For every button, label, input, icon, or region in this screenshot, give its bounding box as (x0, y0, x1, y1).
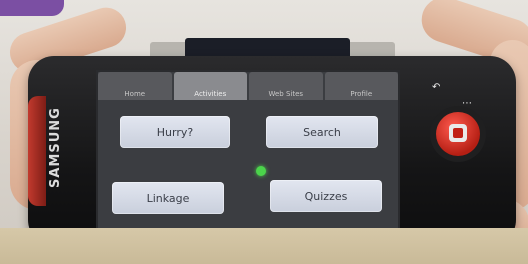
corner-badge (0, 0, 64, 16)
photo-scene: SAMSUNG Home Activities Web Sites Profil… (0, 0, 528, 264)
tab-web-sites[interactable]: Web Sites (249, 72, 323, 100)
tab-profile[interactable]: Profile (324, 72, 398, 100)
status-dot (256, 166, 266, 176)
phone-button-inner-icon (449, 124, 467, 142)
tab-activities[interactable]: Activities (173, 72, 247, 100)
tab-bar: Home Activities Web Sites Profile (98, 72, 398, 100)
device-red-rim (28, 96, 46, 206)
menu-icon[interactable]: ⋯ (462, 98, 472, 109)
quizzes-button[interactable]: Quizzes (270, 180, 382, 212)
phone-screen: Home Activities Web Sites Profile Hurry?… (96, 70, 400, 234)
hurry-button[interactable]: Hurry? (120, 116, 230, 148)
activities-panel: Hurry? Search Linkage Quizzes (98, 100, 398, 232)
back-icon[interactable]: ↶ (432, 82, 440, 93)
search-button[interactable]: Search (266, 116, 378, 148)
device-brand: SAMSUNG (48, 107, 63, 188)
linkage-button[interactable]: Linkage (112, 182, 224, 214)
tab-home[interactable]: Home (98, 72, 172, 100)
beige-cloth (0, 228, 528, 264)
